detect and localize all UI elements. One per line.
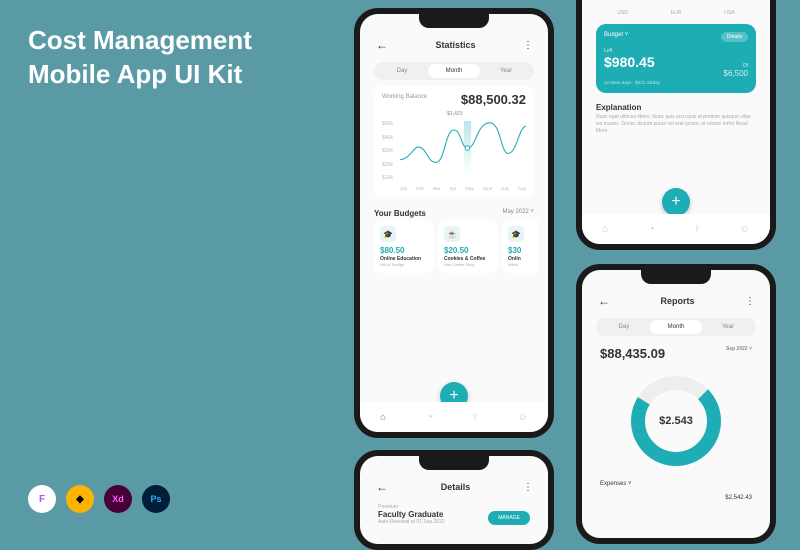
expenses-dropdown[interactable]: Expenses ˅ [600, 481, 632, 487]
expenses-value: $2,542.43 [725, 495, 752, 501]
balance-chart: $50k $40k $30k $20k $10k Jan Feb Mar Apr [382, 121, 526, 191]
tab-month[interactable]: Month [650, 320, 702, 334]
details-pill[interactable]: Details [721, 32, 748, 42]
coffee-icon: ☕ [444, 226, 460, 242]
balance-delta: -$1,423 [382, 111, 526, 117]
sketch-icon: ◆ [66, 485, 94, 513]
xd-icon: Xd [104, 485, 132, 513]
reports-amount: $88,435.09 [600, 346, 665, 361]
budget-dropdown[interactable]: Budget ˅ [604, 32, 628, 42]
phone-details: ← Details ⋮ Premium Faculty Graduate Aut… [354, 450, 554, 550]
product-title: Cost Management Mobile App UI Kit [28, 24, 252, 92]
tab-year[interactable]: Year [480, 64, 532, 78]
page-title: Reports [660, 296, 694, 306]
tab-year[interactable]: Year [702, 320, 754, 334]
education-icon: 🎓 [380, 226, 396, 242]
reports-period-picker[interactable]: Sep 2022 ˅ [726, 346, 752, 352]
budgets-title: Your Budgets [374, 209, 426, 218]
period-tabs: Day Month Year [374, 62, 534, 80]
figma-icon: F [28, 485, 56, 513]
tab-day[interactable]: Day [376, 64, 428, 78]
tab-month[interactable]: Month [428, 64, 480, 78]
explanation-title: Explanation [592, 97, 760, 114]
more-icon[interactable]: ⋮ [523, 482, 532, 493]
add-button[interactable]: + [662, 188, 690, 216]
manage-button[interactable]: MANAGE [488, 511, 530, 525]
explanation-text: Nunc eget ultrices libero. Nunc quis arc… [592, 114, 760, 135]
nav-stats-icon[interactable]: ◔ [649, 224, 655, 235]
nav-home-icon[interactable]: ⌂ [602, 224, 608, 235]
more-icon[interactable]: ⋮ [523, 40, 532, 51]
back-icon[interactable]: ← [376, 38, 388, 52]
balance-card: Working Balance $88,500.32 -$1,423 $50k … [374, 86, 534, 199]
donut-value: $2.543 [659, 415, 693, 427]
more-icon[interactable]: ⋮ [745, 296, 754, 307]
tab-day[interactable]: Day [598, 320, 650, 334]
budget-card[interactable]: ☕ $20.50 Cookies & Coffee Star Coffee Sh… [438, 220, 498, 273]
photoshop-icon: Ps [142, 485, 170, 513]
nav-home-icon[interactable]: ⌂ [380, 412, 386, 423]
budget-card[interactable]: 🎓 $80.50 Online Education UI/UX Design [374, 220, 434, 273]
phone-reports: ← Reports ⋮ Day Month Year $88,435.09 Se… [576, 264, 776, 544]
budgets-month-picker[interactable]: May 2022 ˅ [502, 209, 534, 218]
nav-profile-icon[interactable]: ☺ [740, 224, 750, 235]
left-amount: $980.45 [604, 54, 655, 70]
period-tabs: Day Month Year [596, 318, 756, 336]
education-icon: 🎓 [508, 226, 524, 242]
tool-icons-row: F ◆ Xd Ps [28, 485, 170, 513]
nav-chart-icon[interactable]: ⫯ [473, 412, 477, 423]
page-title: Statistics [435, 40, 475, 50]
nav-stats-icon[interactable]: ◔ [427, 412, 433, 423]
back-icon[interactable]: ← [376, 480, 388, 494]
donut-chart: $2.543 [592, 365, 760, 477]
page-title: Details [441, 482, 471, 492]
nav-profile-icon[interactable]: ☺ [518, 412, 528, 423]
phone-budget: USD EUR USA Budget ˅ Details Left $980.4… [576, 0, 776, 250]
budget-summary-card: Budget ˅ Details Left $980.45 Of$6,500 1… [596, 24, 756, 93]
nav-chart-icon[interactable]: ⫯ [695, 224, 699, 235]
phone-statistics: ← Statistics ⋮ Day Month Year Working Ba… [354, 8, 554, 438]
budget-card[interactable]: 🎓 $30 Onlin Witch [502, 220, 538, 273]
back-icon[interactable]: ← [598, 294, 610, 308]
